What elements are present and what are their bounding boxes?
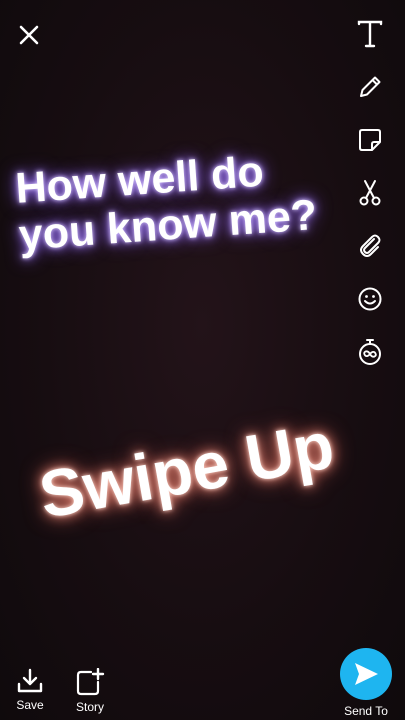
emoji-icon — [358, 287, 382, 311]
timer-icon — [359, 339, 381, 365]
close-icon — [19, 25, 39, 45]
timer-tool-button[interactable] — [353, 335, 387, 369]
text-tool-icon — [357, 20, 383, 48]
add-story-icon — [76, 668, 105, 696]
close-button[interactable] — [14, 20, 44, 50]
draw-tool-button[interactable] — [353, 70, 387, 104]
save-label: Save — [16, 698, 44, 712]
save-button[interactable]: Save — [12, 668, 48, 712]
paperclip-icon — [360, 234, 381, 257]
caption-question[interactable]: How well do you know me? — [14, 145, 319, 260]
add-to-story-button[interactable]: Story — [70, 668, 110, 714]
sticker-tool-button[interactable] — [353, 123, 387, 157]
sticker-icon — [359, 129, 381, 151]
pencil-icon — [360, 76, 381, 97]
send-circle[interactable] — [340, 648, 392, 700]
story-label: Story — [75, 700, 104, 714]
scissors-icon — [359, 180, 381, 206]
send-to-label: Send To — [344, 704, 388, 718]
send-arrow-icon — [355, 663, 378, 685]
scissors-tool-button[interactable] — [353, 176, 387, 210]
emoji-tool-button[interactable] — [353, 282, 387, 316]
caption-swipe-up[interactable]: Swipe Up — [34, 407, 339, 531]
text-tool-button[interactable] — [353, 17, 387, 51]
download-icon — [17, 668, 43, 693]
attach-link-button[interactable] — [353, 229, 387, 263]
send-to-button[interactable]: Send To — [336, 648, 396, 718]
